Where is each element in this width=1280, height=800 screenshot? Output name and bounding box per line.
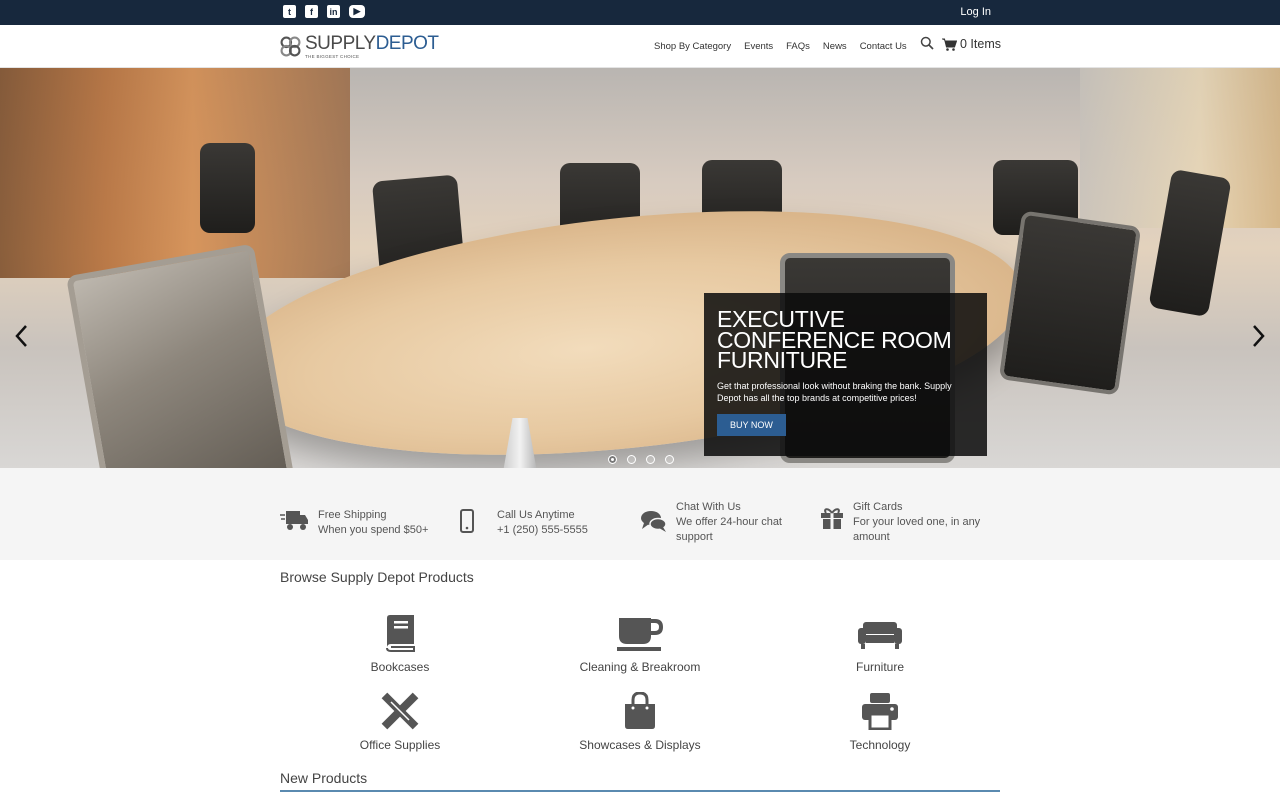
feature-title: Gift Cards bbox=[853, 501, 903, 513]
category-label: Bookcases bbox=[370, 660, 430, 674]
printer-icon bbox=[862, 693, 898, 730]
hero-caption: EXECUTIVE CONFERENCE ROOM FURNITURE Get … bbox=[704, 293, 987, 456]
youtube-icon[interactable]: ▶ bbox=[349, 5, 365, 18]
linkedin-icon[interactable]: in bbox=[327, 5, 340, 18]
logo-depot: DEPOT bbox=[375, 33, 439, 54]
slider-prev-arrow-icon[interactable] bbox=[12, 324, 32, 348]
feature-text: For your loved one, in any amount bbox=[853, 516, 981, 543]
sofa-icon bbox=[858, 622, 902, 649]
cart-count-label: 0 Items bbox=[960, 37, 1001, 51]
site-header: SUPPLYDEPOT THE BIGGEST CHOICE Shop By C… bbox=[0, 25, 1280, 68]
category-label: Cleaning & Breakroom bbox=[579, 660, 701, 674]
coffee-icon bbox=[617, 618, 663, 651]
slider-dot[interactable] bbox=[665, 455, 674, 464]
nav-shop-by-category[interactable]: Shop By Category bbox=[654, 41, 731, 52]
features-bar: Free Shipping When you spend $50+ Call U… bbox=[0, 468, 1280, 560]
category-label: Furniture bbox=[855, 660, 905, 674]
gift-icon bbox=[821, 508, 843, 529]
browse-title: Browse Supply Depot Products bbox=[280, 569, 474, 585]
feature-title: Chat With Us bbox=[676, 501, 741, 513]
hero-image-wall bbox=[0, 68, 350, 278]
truck-icon bbox=[280, 511, 308, 530]
shopping-bag-icon bbox=[625, 692, 655, 729]
pencil-ruler-icon bbox=[381, 692, 419, 730]
phone-icon bbox=[460, 509, 474, 533]
hero-text: Get that professional look without braki… bbox=[717, 380, 952, 403]
cart-button[interactable]: 0 Items bbox=[942, 37, 1001, 51]
category-cleaning-breakroom[interactable]: Cleaning & Breakroom bbox=[520, 614, 760, 674]
category-label: Office Supplies bbox=[359, 738, 441, 752]
search-icon[interactable] bbox=[920, 36, 934, 50]
feature-chat: Chat With Us We offer 24-hour chat suppo… bbox=[640, 500, 796, 545]
logo-wordmark: SUPPLYDEPOT bbox=[305, 33, 439, 54]
logo-tagline: THE BIGGEST CHOICE bbox=[305, 54, 360, 59]
feature-gift-cards: Gift Cards For your loved one, in any am… bbox=[820, 500, 993, 545]
feature-text: We offer 24-hour chat support bbox=[676, 516, 782, 543]
hero-image-chair bbox=[998, 210, 1142, 396]
buy-now-button[interactable]: BUY NOW bbox=[717, 413, 786, 436]
category-label: Technology bbox=[849, 738, 911, 752]
nav-news[interactable]: News bbox=[823, 41, 847, 52]
main-nav: Shop By Category Events FAQs News Contac… bbox=[654, 41, 907, 52]
nav-faqs[interactable]: FAQs bbox=[786, 41, 810, 52]
logo-mark-icon bbox=[280, 36, 301, 57]
slider-dot[interactable] bbox=[627, 455, 636, 464]
logo[interactable]: SUPPLYDEPOT THE BIGGEST CHOICE bbox=[280, 33, 439, 59]
nav-events[interactable]: Events bbox=[744, 41, 773, 52]
login-link[interactable]: Log In bbox=[960, 6, 991, 18]
new-products-divider bbox=[280, 790, 1000, 792]
logo-supply: SUPPLY bbox=[305, 33, 376, 54]
slider-dot[interactable] bbox=[608, 455, 617, 464]
category-office-supplies[interactable]: Office Supplies bbox=[280, 692, 520, 752]
slider-dots bbox=[608, 455, 674, 464]
category-technology[interactable]: Technology bbox=[760, 692, 1000, 752]
category-furniture[interactable]: Furniture bbox=[760, 614, 1000, 674]
feature-title: Free Shipping bbox=[318, 509, 387, 521]
feature-text: When you spend $50+ bbox=[318, 524, 429, 536]
feature-title: Call Us Anytime bbox=[497, 509, 575, 521]
feature-text: +1 (250) 555-5555 bbox=[497, 524, 588, 536]
chat-icon bbox=[641, 511, 667, 532]
hero-image-chair bbox=[200, 143, 255, 233]
feature-free-shipping: Free Shipping When you spend $50+ bbox=[280, 508, 428, 538]
nav-contact-us[interactable]: Contact Us bbox=[860, 41, 907, 52]
slider-dot[interactable] bbox=[646, 455, 655, 464]
category-showcases-displays[interactable]: Showcases & Displays bbox=[520, 692, 760, 752]
hero-slider: EXECUTIVE CONFERENCE ROOM FURNITURE Get … bbox=[0, 68, 1280, 468]
twitter-icon[interactable]: t bbox=[283, 5, 296, 18]
social-links: t f in ▶ bbox=[283, 5, 365, 18]
cart-icon bbox=[942, 38, 957, 51]
hero-title: EXECUTIVE CONFERENCE ROOM FURNITURE bbox=[717, 306, 952, 373]
slider-next-arrow-icon[interactable] bbox=[1248, 324, 1268, 348]
top-bar: t f in ▶ Log In bbox=[0, 0, 1280, 25]
category-label: Showcases & Displays bbox=[579, 738, 701, 752]
book-icon bbox=[386, 615, 415, 652]
category-bookcases[interactable]: Bookcases bbox=[280, 614, 520, 674]
feature-call-us: Call Us Anytime +1 (250) 555-5555 bbox=[460, 508, 588, 538]
new-products-title: New Products bbox=[280, 770, 368, 786]
facebook-icon[interactable]: f bbox=[305, 5, 318, 18]
